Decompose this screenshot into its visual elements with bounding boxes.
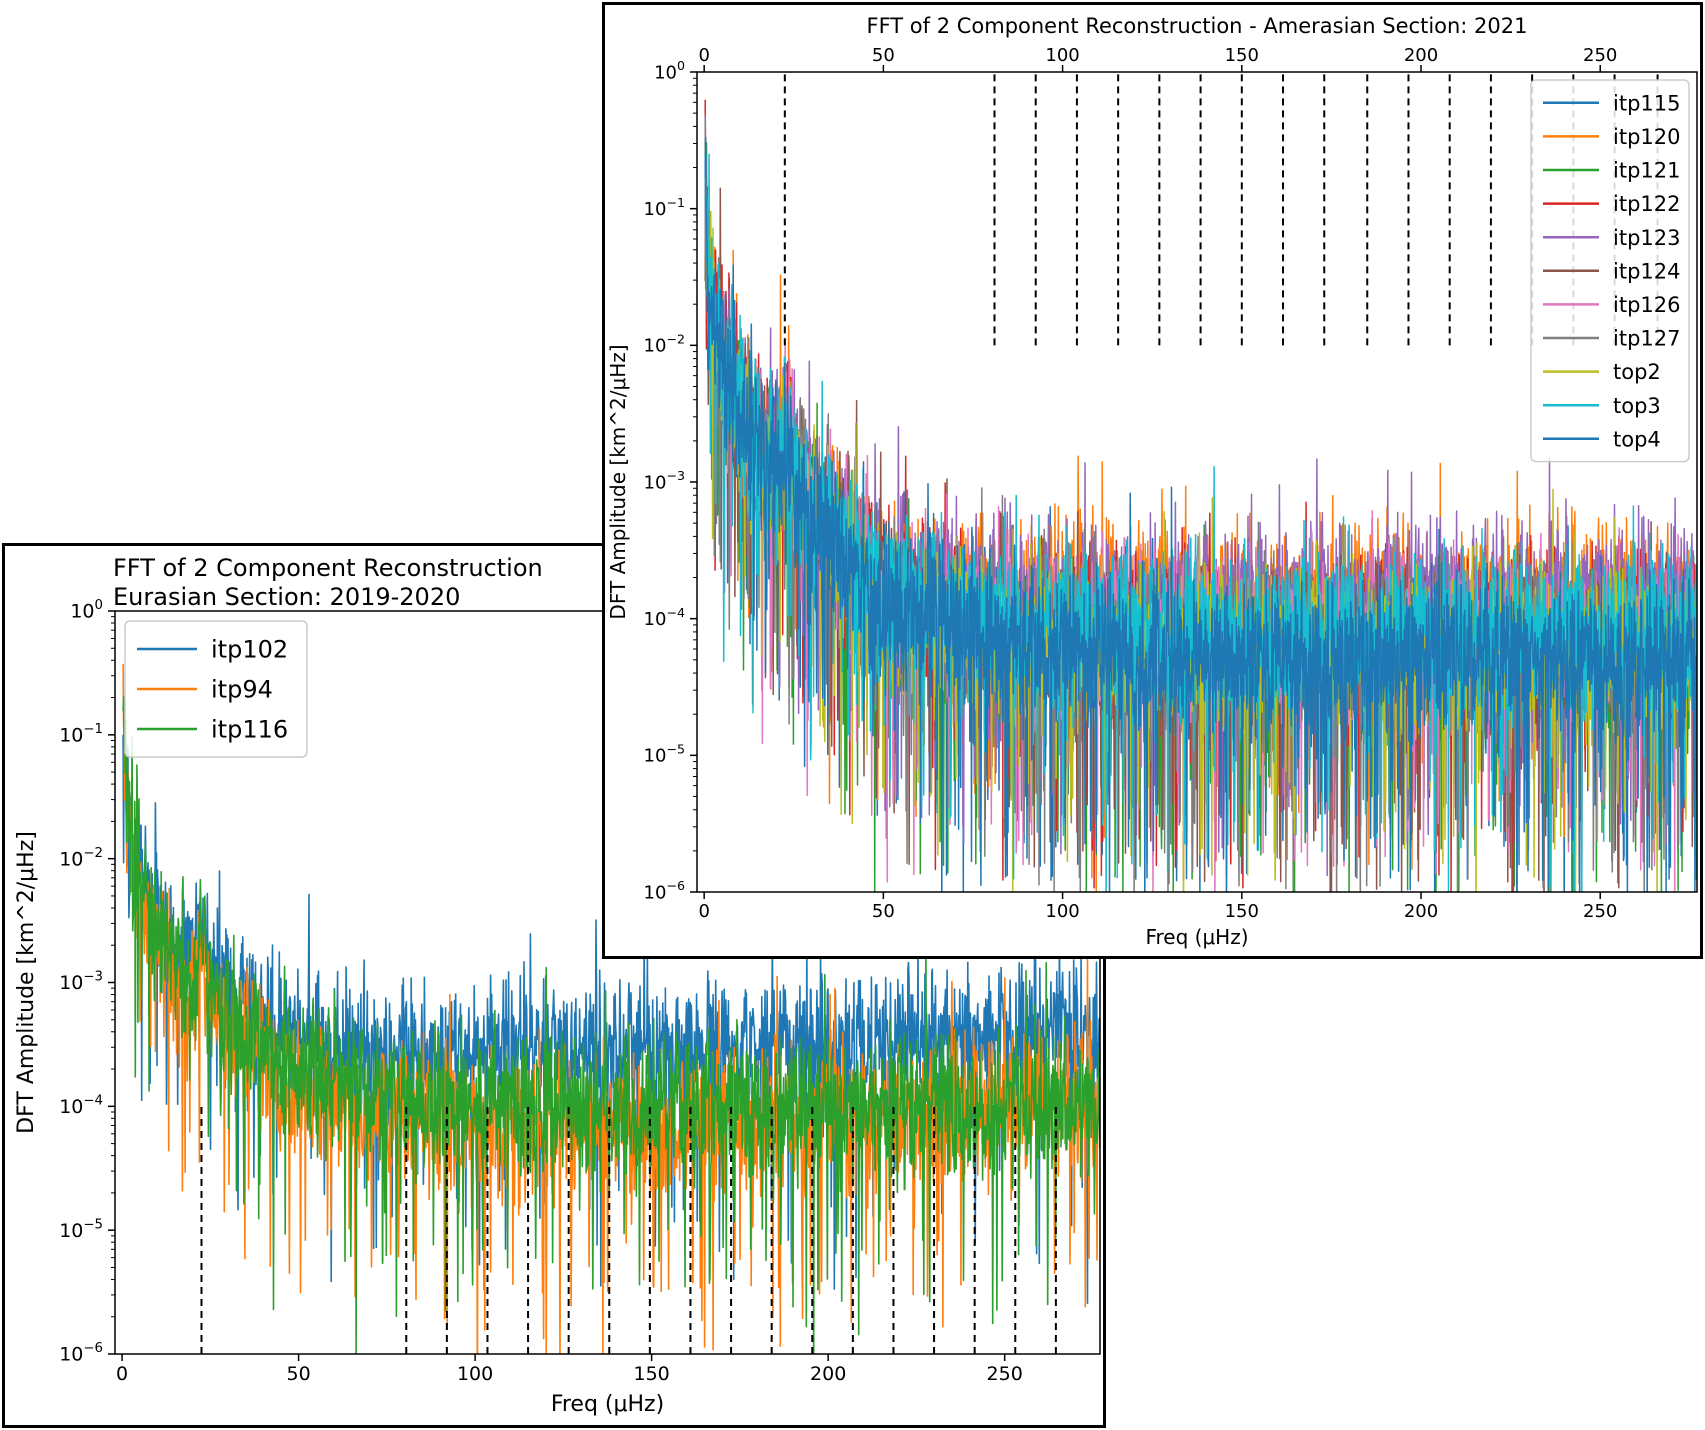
y-tick-label: 10−1 [644,195,685,220]
y-tick-label: 10−4 [59,1093,103,1118]
legend-label: itp115 [1613,91,1680,115]
x-tick-label: 200 [810,1363,846,1385]
legend-label: itp127 [1613,327,1680,351]
y-tick-label: 10−1 [59,722,103,747]
top-x-tick-label: 200 [1404,45,1438,66]
y-axis-label: DFT Amplitude [km^2/μHz] [14,831,39,1134]
y-tick-label: 10−4 [644,605,685,630]
x-tick-label: 250 [987,1363,1023,1385]
y-tick-label: 100 [654,58,685,83]
legend-label: itp122 [1613,192,1680,216]
legend-label: itp94 [211,676,273,704]
y-tick-label: 10−3 [644,468,685,493]
x-axis-label: Freq (μHz) [551,1392,664,1417]
top-x-tick-label: 50 [872,45,895,66]
y-tick-label: 10−2 [644,332,685,357]
legend-label: itp126 [1613,293,1680,317]
x-tick-label: 150 [633,1363,669,1385]
x-tick-label: 100 [1045,901,1079,922]
y-tick-label: 10−6 [59,1341,103,1366]
y-tick-label: 10−5 [59,1217,103,1242]
x-tick-label: 100 [457,1363,493,1385]
legend-label: top4 [1613,427,1661,451]
legend-label: itp123 [1613,226,1680,250]
y-tick-label: 10−3 [59,970,103,995]
legend-label: itp102 [211,636,288,664]
x-tick-label: 150 [1225,901,1259,922]
x-tick-label: 50 [286,1363,310,1385]
chart-title: FFT of 2 Component Reconstruction - Amer… [866,14,1527,38]
y-tick-label: 100 [70,598,103,623]
top-x-tick-label: 250 [1583,45,1617,66]
x-axis-label: Freq (μHz) [1145,925,1248,949]
top-x-tick-label: 0 [698,45,709,66]
x-tick-label: 0 [698,901,709,922]
y-tick-label: 10−2 [59,846,103,871]
x-tick-label: 250 [1583,901,1617,922]
chart-title: FFT of 2 Component Reconstruction [113,554,543,582]
legend-label: itp120 [1613,125,1680,149]
legend-label: top3 [1613,394,1661,418]
legend-label: itp124 [1613,259,1680,283]
y-axis-label: DFT Amplitude [km^2/μHz] [606,344,630,619]
legend-label: itp121 [1613,159,1680,183]
amerasian-chart-svg: 0 50 100 150 200 250 0 50 100 150 200 250 10−6 10−5 10… [606,14,1698,949]
x-tick-label: 200 [1404,901,1438,922]
legend-label: itp116 [211,716,288,744]
amerasian-chart-panel: 0 50 100 150 200 250 0 50 100 150 200 250 10−6 10−5 10… [602,2,1703,959]
chart-title: Eurasian Section: 2019-2020 [113,583,460,611]
legend-label: top2 [1613,360,1661,384]
legend: itp102 itp94 itp116 [124,620,308,758]
x-tick-label: 0 [116,1363,128,1385]
legend: itp115 itp120 itp121 itp122 itp123 itp124 itp1… [1530,79,1690,463]
top-x-tick-label: 100 [1045,45,1079,66]
top-x-tick-label: 150 [1225,45,1259,66]
y-tick-label: 10−5 [644,742,685,767]
x-tick-label: 50 [872,901,895,922]
y-tick-label: 10−6 [644,878,685,903]
